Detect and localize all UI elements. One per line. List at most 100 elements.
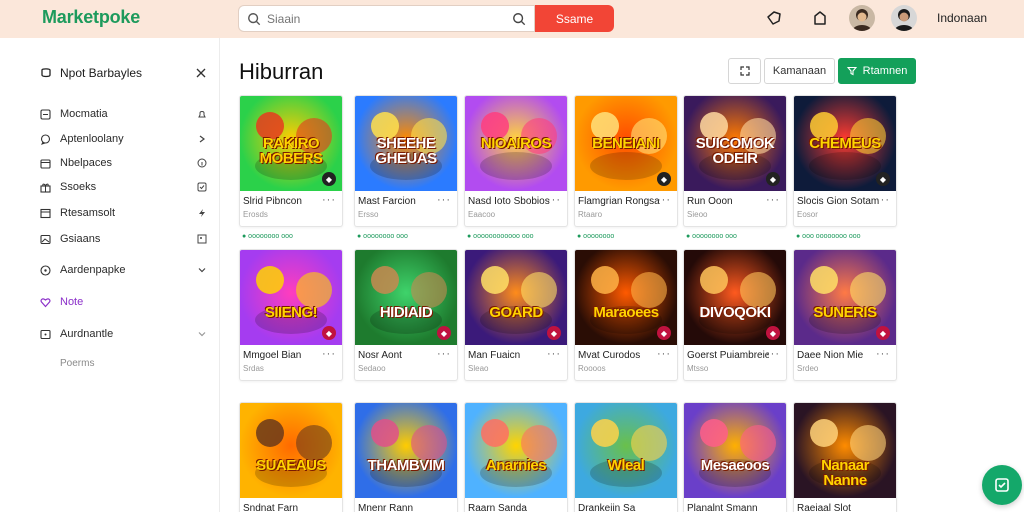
primary-button[interactable]: Rtamnen (838, 58, 916, 84)
game-title[interactable]: Raeiaal Slot (797, 503, 879, 512)
sidebar-item-2[interactable]: Nbelpaces (40, 155, 112, 171)
bookmark-icon[interactable]: ◆ (322, 326, 336, 340)
game-card[interactable]: DIVOQOKI ◆ Goerst Puiambreiec ··· Mtsso (683, 249, 787, 381)
bookmark-icon[interactable]: ◆ (322, 172, 336, 186)
more-options-icon[interactable]: ··· (657, 194, 671, 206)
chevron-down-icon[interactable] (197, 329, 207, 339)
sidebar-item-5[interactable]: Gsiaans (40, 231, 100, 247)
game-card[interactable]: RAKIRO MOBERS ◆ Slrid Pibncon ··· Erosds (239, 95, 343, 227)
profile-avatar[interactable] (891, 5, 917, 31)
close-icon[interactable] (196, 68, 206, 78)
game-card[interactable]: THAMBVIM Mnenr Rann (354, 402, 458, 512)
bookmark-icon[interactable]: ◆ (876, 172, 890, 186)
image-icon[interactable] (197, 234, 207, 244)
game-thumbnail[interactable]: Anarnies (465, 403, 567, 498)
search-input[interactable] (267, 11, 507, 26)
bolt-icon[interactable] (197, 208, 207, 218)
more-options-icon[interactable]: ··· (876, 194, 890, 206)
game-title[interactable]: Man Fuaicn (468, 350, 550, 361)
game-title[interactable]: Mast Farcion (358, 196, 440, 207)
game-thumbnail[interactable]: Nanaar Nanne (794, 403, 896, 498)
game-title[interactable]: Sndnat Farn (243, 503, 325, 512)
game-title[interactable]: Flamgrian Rongsan (578, 196, 660, 207)
game-title[interactable]: Nosr Aont (358, 350, 440, 361)
game-title[interactable]: Raarn Sanda (468, 503, 550, 512)
game-title[interactable]: Nasd Ioto Sbobios. (468, 196, 550, 207)
more-options-icon[interactable]: ··· (437, 194, 451, 206)
game-title[interactable]: Mvat Curodos (578, 350, 660, 361)
game-thumbnail[interactable]: Mesaeoos (684, 403, 786, 498)
language-selector[interactable]: Indonaan (937, 11, 987, 25)
game-card[interactable]: HIDIAID ◆ Nosr Aont ··· Sedaoo (354, 249, 458, 381)
avatar[interactable] (849, 5, 875, 31)
game-card[interactable]: Maraoees ◆ Mvat Curodos ··· Roooos (574, 249, 678, 381)
chat-fab[interactable] (982, 465, 1022, 505)
info-icon[interactable] (197, 158, 207, 168)
bookmark-icon[interactable]: ◆ (547, 326, 561, 340)
game-thumbnail[interactable]: NIOAIROS (465, 96, 567, 191)
game-card[interactable]: Nanaar Nanne Raeiaal Slot (793, 402, 897, 512)
more-options-icon[interactable]: ··· (322, 348, 336, 360)
game-card[interactable]: SUNERIS ◆ Daee Nion Mie ··· Srdeo (793, 249, 897, 381)
bookmark-icon[interactable]: ◆ (657, 172, 671, 186)
game-title[interactable]: Daee Nion Mie (797, 350, 879, 361)
chevron-right-icon[interactable] (197, 134, 207, 144)
game-card[interactable]: SUICOMOK ODEIR ◆ Run Ooon ··· Sieoo (683, 95, 787, 227)
bell-icon[interactable] (197, 109, 207, 119)
game-thumbnail[interactable]: SHEEHE GHEUAS (355, 96, 457, 191)
sidebar-sub-item[interactable]: Poerms (60, 358, 94, 369)
game-thumbnail[interactable]: Wleal (575, 403, 677, 498)
bookmark-icon[interactable]: ◆ (437, 326, 451, 340)
search-submit-icon[interactable] (512, 12, 526, 26)
more-options-icon[interactable]: ··· (547, 194, 561, 206)
share-button[interactable] (728, 58, 761, 84)
game-thumbnail[interactable]: THAMBVIM (355, 403, 457, 498)
game-thumbnail[interactable]: SUAEAUS (240, 403, 342, 498)
game-card[interactable]: GOARD ◆ Man Fuaicn ··· Sleao (464, 249, 568, 381)
bookmark-icon[interactable]: ◆ (657, 326, 671, 340)
game-card[interactable]: Anarnies Raarn Sanda (464, 402, 568, 512)
more-options-icon[interactable]: ··· (322, 194, 336, 206)
game-card[interactable]: BENEIANI ◆ Flamgrian Rongsan ··· Rtaaro (574, 95, 678, 227)
search-box[interactable] (238, 5, 535, 32)
more-options-icon[interactable]: ··· (876, 348, 890, 360)
game-title[interactable]: Slrid Pibncon (243, 196, 325, 207)
game-tagline: ● oooooooo ooo (242, 233, 293, 240)
game-title[interactable]: Drankeiin Sa (578, 503, 660, 512)
search-button[interactable]: Ssame (535, 5, 614, 32)
game-card[interactable]: SIIENG! ◆ Mmgoel Bian ··· Srdas (239, 249, 343, 381)
more-options-icon[interactable]: ··· (547, 348, 561, 360)
game-title[interactable]: Mnenr Rann (358, 503, 440, 512)
game-title[interactable]: Run Ooon (687, 196, 769, 207)
more-options-icon[interactable]: ··· (766, 348, 780, 360)
game-card[interactable]: SUAEAUS Sndnat Farn (239, 402, 343, 512)
more-options-icon[interactable]: ··· (766, 194, 780, 206)
game-card[interactable]: SHEEHE GHEUAS Mast Farcion ··· Ersso (354, 95, 458, 227)
game-title[interactable]: Mmgoel Bian (243, 350, 325, 361)
sidebar-item-6[interactable]: Aardenpapke (40, 262, 125, 278)
more-options-icon[interactable]: ··· (657, 348, 671, 360)
bookmark-icon[interactable]: ◆ (766, 326, 780, 340)
check-square-icon[interactable] (197, 182, 207, 192)
chevron-down-icon[interactable] (197, 265, 207, 275)
sidebar-item-7-active[interactable]: Note (40, 294, 83, 310)
bookmark-icon[interactable]: ◆ (766, 172, 780, 186)
bookmark-icon[interactable]: ◆ (876, 326, 890, 340)
sidebar-item-0[interactable]: Mocmatia (40, 106, 108, 122)
logo[interactable]: Marketpoke (42, 7, 140, 28)
home-icon[interactable] (811, 9, 829, 27)
game-card[interactable]: Mesaeoos Planalnt Smann (683, 402, 787, 512)
sidebar-item-1[interactable]: Aptenloolany (40, 131, 124, 147)
game-card[interactable]: Wleal Drankeiin Sa (574, 402, 678, 512)
sidebar-item-3[interactable]: Ssoeks (40, 179, 96, 195)
game-title[interactable]: Planalnt Smann (687, 503, 769, 512)
game-card[interactable]: CHEMEUS ◆ Slocis Gion Sotam ··· Eosor (793, 95, 897, 227)
sidebar-item-4[interactable]: Rtesamsolt (40, 205, 115, 221)
game-title[interactable]: Goerst Puiambreiec (687, 350, 769, 361)
game-title[interactable]: Slocis Gion Sotam (797, 196, 879, 207)
more-options-icon[interactable]: ··· (437, 348, 451, 360)
tag-icon[interactable] (765, 9, 783, 27)
game-card[interactable]: NIOAIROS Nasd Ioto Sbobios. ··· Eaacoo (464, 95, 568, 227)
sidebar-item-8[interactable]: Aurdnantle (40, 326, 113, 342)
secondary-button[interactable]: Kamanaan (764, 58, 835, 84)
